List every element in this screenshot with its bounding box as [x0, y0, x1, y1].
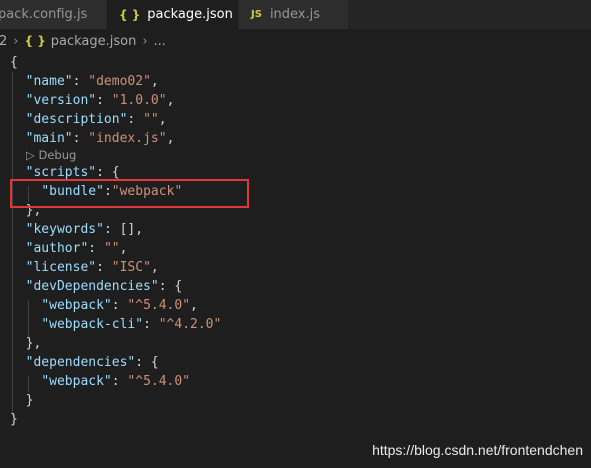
json-file-icon: { } [24, 34, 46, 48]
tab-label: pack.config.js [0, 7, 88, 22]
highlight-annotation-box [10, 179, 249, 208]
js-file-icon: JS [251, 9, 262, 20]
code-line: "license": "ISC", [25, 260, 159, 275]
json-file-icon: { } [119, 7, 141, 22]
tab-webpack-config[interactable]: pack.config.js [0, 0, 107, 29]
editor-tab-bar: pack.config.js { } package.json × JS ind… [0, 0, 591, 29]
watermark-url: https://blog.csdn.net/frontendchen [372, 442, 583, 458]
code-line: } [10, 412, 18, 427]
debug-codelens[interactable]: ▷ Debug [10, 148, 221, 163]
code-line: "name": "demo02", [25, 74, 159, 89]
tab-label: package.json [147, 7, 233, 22]
chevron-right-icon: › [13, 33, 19, 49]
breadcrumb-item-symbols[interactable]: ... [154, 34, 166, 49]
breadcrumb-item-file[interactable]: package.json [51, 34, 137, 49]
code-line: "author": "", [25, 241, 128, 256]
tab-label: index.js [269, 7, 321, 22]
code-line: } [25, 393, 34, 408]
code-line: "webpack-cli": "^4.2.0" [41, 317, 222, 332]
code-line: "keywords": [], [25, 222, 144, 237]
code-line: "main": "index.js", [25, 131, 175, 146]
breadcrumb: 2 › { } package.json › ... [0, 29, 591, 53]
code-line: "dependencies": { [25, 355, 159, 370]
code-editor[interactable]: { "name": "demo02", "version": "1.0.0", … [10, 53, 221, 429]
code-line: "description": "", [25, 112, 167, 127]
code-line: "version": "1.0.0", [25, 93, 175, 108]
code-line: "devDependencies": { [25, 279, 183, 294]
code-line: "webpack": "^5.4.0" [41, 374, 191, 389]
code-line: { [10, 55, 18, 70]
chevron-right-icon: › [142, 33, 148, 49]
code-line: "webpack": "^5.4.0", [41, 298, 198, 313]
code-line: }, [25, 336, 42, 351]
breadcrumb-item-folder[interactable]: 2 [0, 34, 7, 49]
play-icon: ▷ [26, 148, 39, 162]
tab-package-json[interactable]: { } package.json × [107, 0, 239, 29]
tab-index-js[interactable]: JS index.js [239, 0, 349, 29]
